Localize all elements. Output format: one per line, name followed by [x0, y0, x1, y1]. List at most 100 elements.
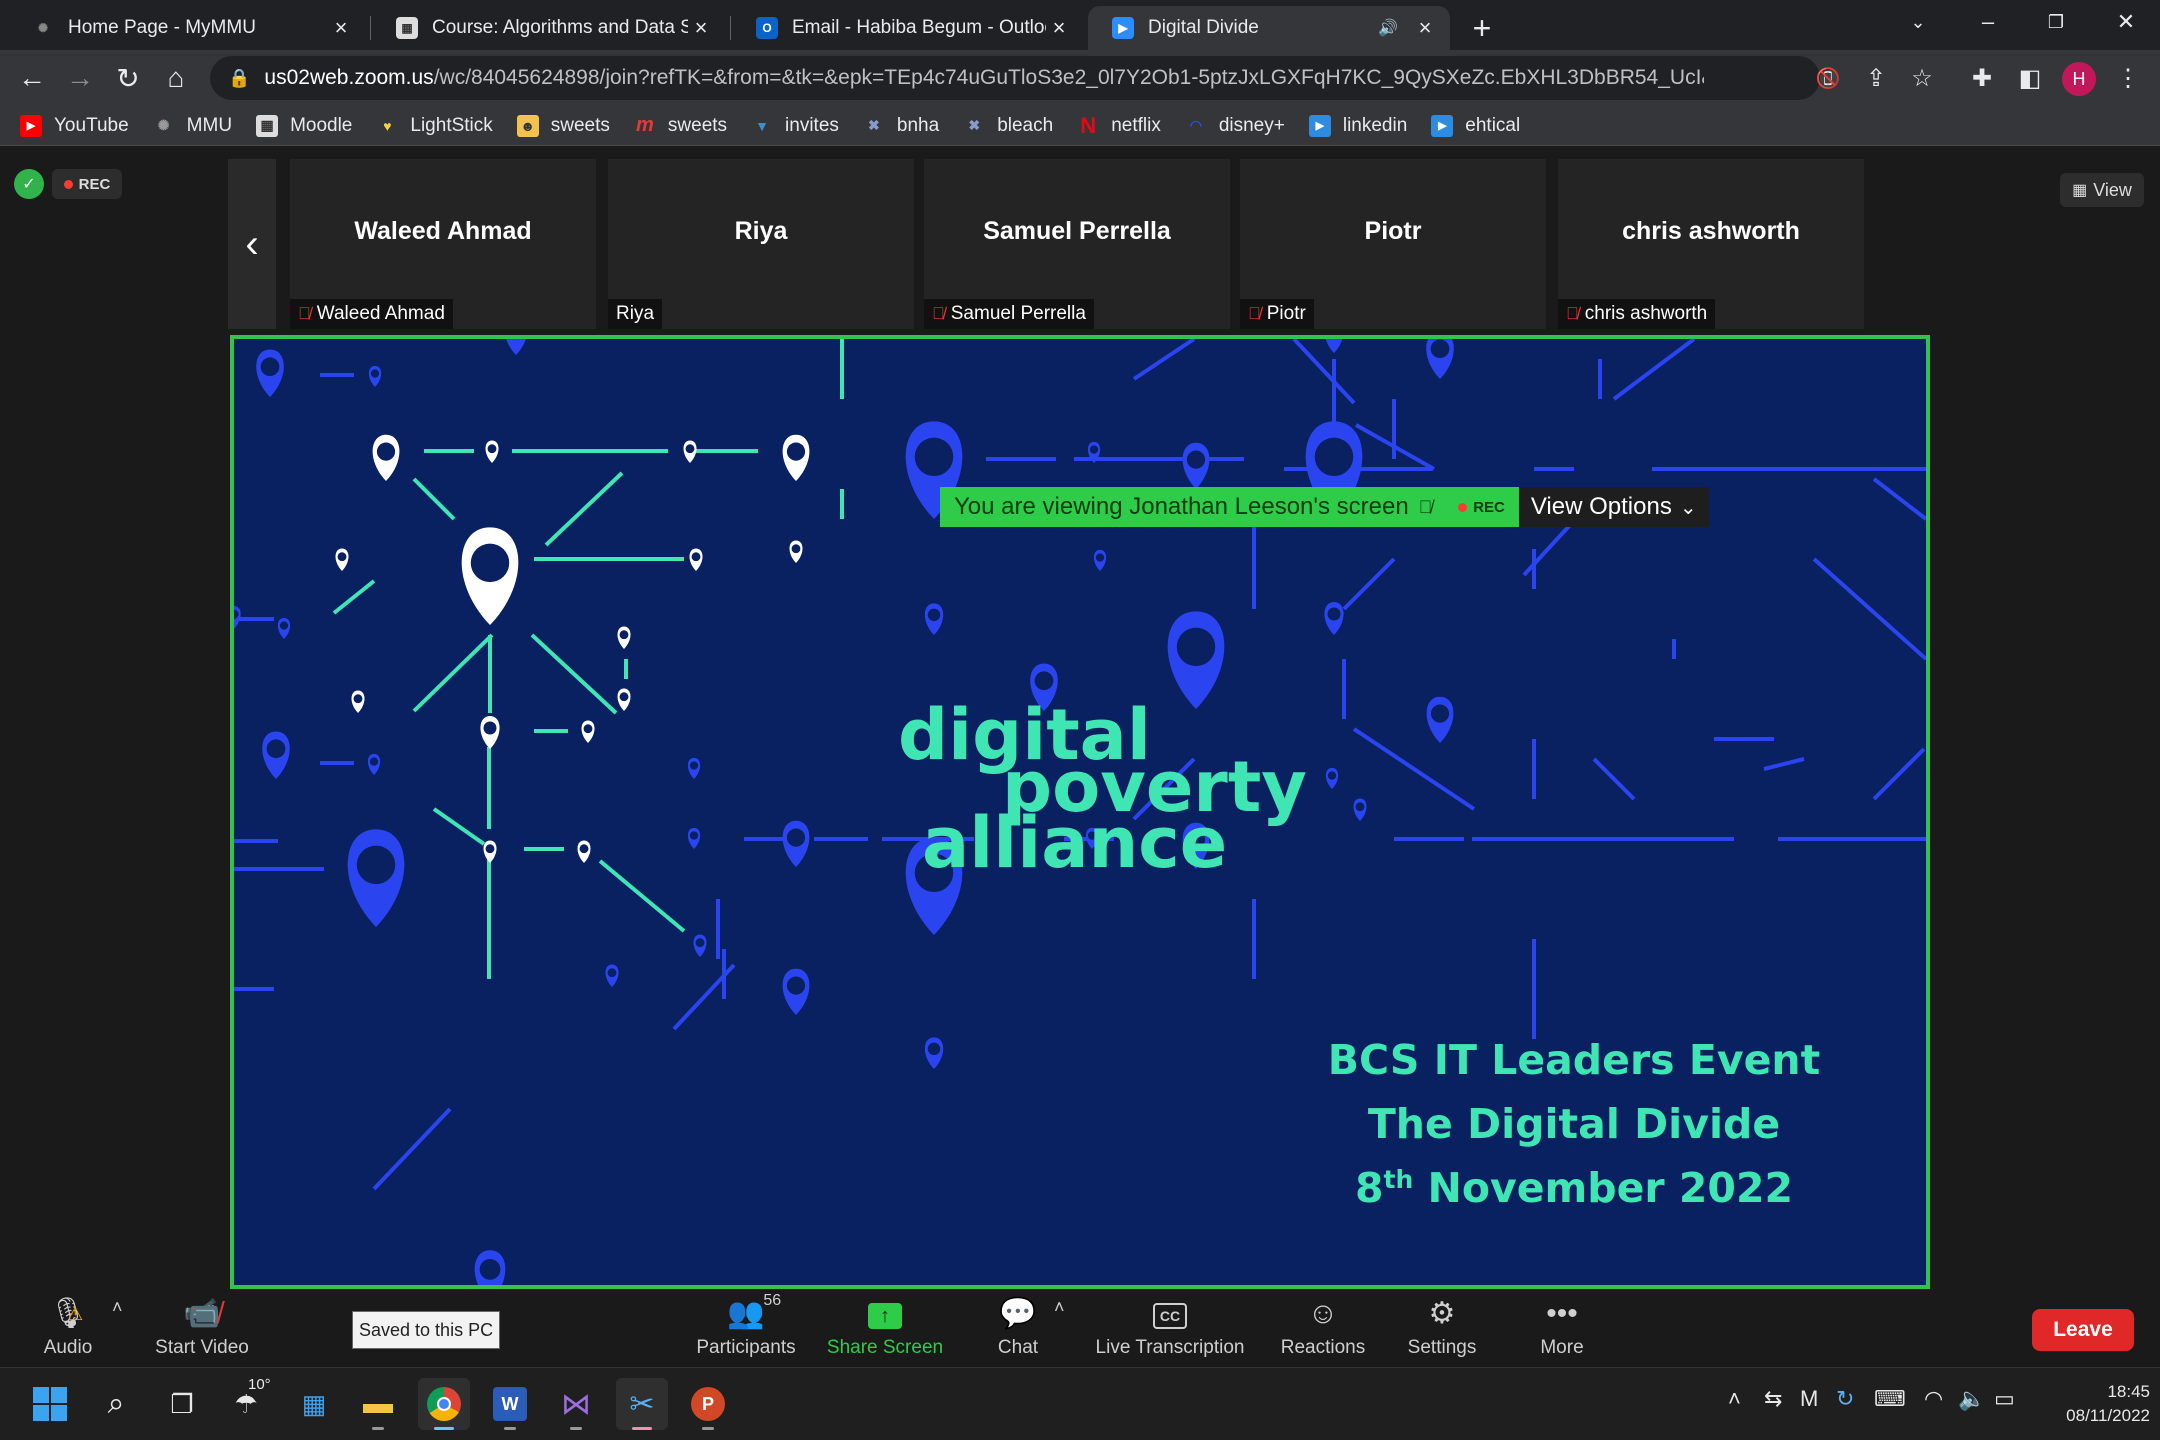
- bookmark-bnha[interactable]: ✖ bnha: [863, 115, 939, 137]
- participants-prev-button[interactable]: ‹: [228, 159, 276, 329]
- chat-button[interactable]: 💬 Chat: [990, 1289, 1046, 1367]
- close-icon[interactable]: ×: [1046, 15, 1072, 41]
- share-screen-button[interactable]: ↑ Share Screen: [826, 1289, 944, 1367]
- live-transcription-button[interactable]: CC Live Transcription: [1094, 1289, 1246, 1367]
- extensions-icon[interactable]: ✚: [1962, 58, 2002, 98]
- bookmark-star-icon[interactable]: ☆: [1902, 58, 1942, 98]
- new-tab-button[interactable]: +: [1462, 8, 1502, 48]
- more-button[interactable]: ••• More: [1532, 1289, 1592, 1367]
- participant-tile[interactable]: Waleed Ahmad 🎙̸ Waleed Ahmad: [290, 159, 596, 329]
- store-icon[interactable]: ▦: [288, 1378, 340, 1430]
- battery-icon[interactable]: ▭: [1994, 1386, 2015, 1412]
- tab-digital-divide[interactable]: ▶ Digital Divide 🔊 ×: [1088, 6, 1450, 50]
- home-icon[interactable]: ⌂: [156, 58, 196, 98]
- file-explorer-icon[interactable]: ▬: [352, 1378, 404, 1430]
- bookmark-lightstick[interactable]: ♥ LightStick: [376, 115, 493, 137]
- tab-outlook[interactable]: O Email - Habiba Begum - Outlook ×: [732, 6, 1084, 50]
- system-clock[interactable]: 18:45 08/11/2022: [2040, 1380, 2150, 1428]
- audio-options-caret-icon[interactable]: ˄: [112, 1297, 123, 1318]
- start-button[interactable]: [24, 1378, 76, 1430]
- wifi-icon[interactable]: ◠: [1924, 1386, 1943, 1412]
- participant-tile[interactable]: Piotr 🎙̸ Piotr: [1240, 159, 1546, 329]
- close-icon[interactable]: ×: [328, 15, 354, 41]
- bookmark-disney[interactable]: ◠ disney+: [1185, 115, 1285, 137]
- more-label: More: [1540, 1337, 1584, 1358]
- map-pin-icon: [1353, 798, 1367, 821]
- viewing-banner: You are viewing Jonathan Leeson's screen…: [940, 487, 1709, 527]
- start-video-button[interactable]: 📹̸ Start Video: [150, 1289, 254, 1367]
- visual-studio-icon[interactable]: ⋈: [550, 1378, 602, 1430]
- reactions-button[interactable]: ☺ Reactions: [1278, 1289, 1368, 1367]
- tray-overflow-icon[interactable]: ˄: [1728, 1386, 1741, 1412]
- snipping-tool-icon[interactable]: ✂: [616, 1378, 668, 1430]
- chat-options-caret-icon[interactable]: ˄: [1054, 1297, 1065, 1318]
- forward-icon[interactable]: →: [60, 58, 100, 98]
- mic-muted-icon: 🎙̸: [1418, 496, 1433, 517]
- network-line: [1352, 727, 1476, 811]
- map-pin-icon: [461, 527, 519, 625]
- search-icon[interactable]: ⌕: [90, 1378, 142, 1430]
- bookmark-sweets[interactable]: ☻ sweets: [516, 114, 610, 137]
- slide-graphic: digital poverty alliance BCS IT Leaders …: [234, 339, 1926, 1285]
- side-panel-icon[interactable]: ◧: [2010, 58, 2050, 98]
- view-button[interactable]: ▦ View: [2060, 173, 2144, 207]
- bookmark-invites[interactable]: ▼ invites: [751, 115, 839, 137]
- recording-indicator[interactable]: REC: [52, 169, 122, 199]
- menu-kebab-icon[interactable]: ⋮: [2108, 58, 2148, 98]
- participants-count: 56: [763, 1292, 782, 1309]
- camera-blocked-icon[interactable]: 📵: [1808, 58, 1848, 98]
- participant-tile[interactable]: chris ashworth 🎙̸ chris ashworth: [1558, 159, 1864, 329]
- leave-button[interactable]: Leave: [2032, 1309, 2134, 1351]
- tray-mail-icon[interactable]: M: [1800, 1386, 1818, 1412]
- tab-course[interactable]: ▦ Course: Algorithms and Data Stru ×: [372, 6, 726, 50]
- settings-button[interactable]: ⚙ Settings: [1402, 1289, 1482, 1367]
- participants-label: Participants: [696, 1337, 796, 1358]
- map-pin-icon: [683, 440, 697, 463]
- url-path: /wc/84045624898/join?refTK=&from=&tk=&ep…: [433, 66, 1705, 89]
- bookmark-sweets-2[interactable]: m sweets: [634, 114, 727, 137]
- chrome-icon[interactable]: [418, 1378, 470, 1430]
- lock-icon[interactable]: 🔒: [228, 68, 250, 89]
- bookmark-linkedin[interactable]: ▶ linkedin: [1308, 114, 1407, 137]
- bookmark-mmu[interactable]: ✺ MMU: [153, 115, 232, 137]
- powerpoint-icon[interactable]: P: [682, 1378, 734, 1430]
- audio-button[interactable]: 🎙 ⚠ Audio: [38, 1289, 98, 1367]
- bleach-icon: ✖: [968, 117, 981, 133]
- bookmark-ehtical[interactable]: ▶ ehtical: [1431, 114, 1520, 137]
- close-icon[interactable]: ×: [688, 15, 714, 41]
- tray-app-icon[interactable]: ⇆: [1764, 1386, 1782, 1412]
- close-window-icon[interactable]: ✕: [2096, 0, 2156, 44]
- map-pin-icon: [335, 548, 349, 571]
- word-icon[interactable]: W: [484, 1378, 536, 1430]
- shield-check-icon[interactable]: ✓: [14, 169, 44, 199]
- profile-avatar[interactable]: H: [2062, 62, 2096, 96]
- reload-icon[interactable]: ↻: [108, 58, 148, 98]
- close-icon[interactable]: ×: [1412, 15, 1438, 41]
- map-pin-icon: [480, 716, 500, 749]
- ehtical-icon: ▶: [1431, 114, 1454, 137]
- task-view-icon[interactable]: ❐: [156, 1378, 208, 1430]
- bookmark-netflix[interactable]: Nnetflix: [1077, 113, 1161, 138]
- tab-mymmu[interactable]: ✺ Home Page - MyMMU ×: [8, 6, 366, 50]
- volume-icon[interactable]: 🔈: [1958, 1386, 1985, 1412]
- address-bar[interactable]: 🔒 us02web.zoom.us/wc/84045624898/join?re…: [210, 56, 1820, 100]
- minimize-icon[interactable]: –: [1958, 0, 2018, 44]
- share-icon[interactable]: ⇪: [1856, 58, 1896, 98]
- onedrive-sync-icon[interactable]: ↻: [1836, 1386, 1854, 1412]
- view-options-button[interactable]: View Options ⌄: [1518, 487, 1709, 527]
- event-date-rest: November 2022: [1413, 1164, 1793, 1212]
- shared-screen[interactable]: digital poverty alliance BCS IT Leaders …: [230, 335, 1930, 1289]
- bookmark-bleach[interactable]: ✖ bleach: [963, 115, 1053, 137]
- back-icon[interactable]: ←: [12, 58, 52, 98]
- restore-icon[interactable]: ❐: [2026, 0, 2086, 44]
- participants-button[interactable]: 👥 56 Participants: [694, 1289, 798, 1367]
- speaker-icon[interactable]: 🔊: [1378, 18, 1398, 38]
- participant-tile[interactable]: Riya Riya: [608, 159, 914, 329]
- participant-tile[interactable]: Samuel Perrella 🎙̸ Samuel Perrella: [924, 159, 1230, 329]
- map-pin-icon: [693, 934, 707, 957]
- bookmark-moodle[interactable]: ▦ Moodle: [256, 114, 352, 137]
- bookmark-youtube[interactable]: ▶ YouTube: [20, 114, 129, 137]
- map-pin-icon: [256, 349, 284, 397]
- tab-search-icon[interactable]: ⌄: [1888, 0, 1948, 44]
- keyboard-icon[interactable]: ⌨: [1874, 1386, 1906, 1412]
